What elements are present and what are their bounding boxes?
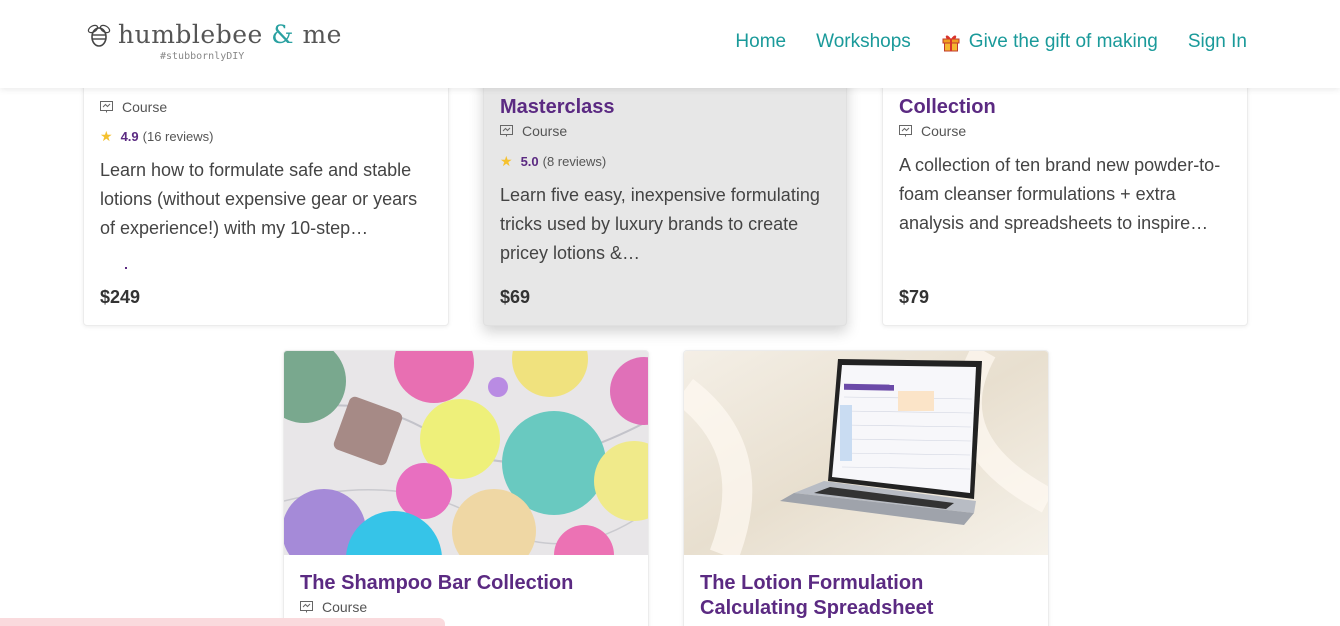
card-title: Masterclass — [500, 96, 615, 118]
card-title: Collection — [899, 96, 996, 118]
course-icon — [100, 101, 113, 113]
star-icon: ★ — [100, 128, 113, 144]
card-type-label: Course — [122, 99, 168, 115]
card-description: Learn how to formulate safe and stable l… — [100, 160, 418, 238]
bee-icon — [87, 24, 111, 47]
course-icon — [500, 125, 513, 137]
nav-home[interactable]: Home — [735, 31, 786, 53]
card-type-label: Course — [522, 123, 568, 139]
card-title-line2: Calculating Spreadsheet — [700, 597, 934, 619]
logo-word-me: me — [302, 20, 342, 49]
course-icon — [899, 125, 912, 137]
card-title-line1: The Lotion Formulation — [700, 572, 924, 594]
logo-word-humblebee: humblebee — [118, 20, 263, 49]
logo-ampersand: & — [271, 20, 295, 49]
card-dot — [125, 267, 127, 269]
card-description: Learn five easy, inexpensive formulating… — [500, 185, 820, 263]
shampoo-bar-illustration — [284, 351, 648, 555]
nav-workshops[interactable]: Workshops — [816, 31, 911, 53]
rating-count: (16 reviews) — [142, 129, 214, 144]
shampoo-bar-image — [284, 351, 648, 555]
card-rating: ★ 4.9 (16 reviews) — [100, 128, 213, 145]
card-price: $79 — [899, 287, 930, 307]
card-type-label: Course — [921, 123, 967, 139]
site-header: humblebee & me #stubbornlyDIY Home Works… — [0, 0, 1340, 88]
card-type: Course — [500, 123, 567, 139]
course-card-cleanser[interactable]: Collection Course A collection of ten br… — [882, 60, 1248, 326]
card-price: $249 — [100, 287, 141, 307]
laptop-illustration — [684, 351, 1048, 555]
logo-tagline: #stubbornlyDIY — [160, 51, 245, 62]
logo-wordmark: humblebee & me — [118, 20, 342, 49]
course-icon — [300, 601, 313, 613]
course-card-lotion[interactable]: Course ★ 4.9 (16 reviews) Learn how to f… — [83, 60, 449, 326]
course-card-shampoo[interactable]: The Shampoo Bar Collection Course — [283, 350, 649, 626]
card-description: A collection of ten brand new powder-to-… — [899, 155, 1221, 233]
nav-gift[interactable]: Give the gift of making — [941, 31, 1158, 53]
card-type: Course — [100, 99, 167, 115]
rating-count: (8 reviews) — [542, 154, 607, 169]
gift-icon — [942, 35, 960, 52]
nav-signin[interactable]: Sign In — [1188, 31, 1247, 53]
main-nav: Home Workshops Give the gift of making S… — [705, 31, 1247, 53]
rating-score: 5.0 — [520, 154, 539, 169]
star-icon: ★ — [500, 153, 513, 169]
course-card-masterclass[interactable]: Masterclass Course ★ 5.0 (8 reviews) Lea… — [483, 60, 847, 326]
notification-bar[interactable] — [0, 618, 445, 626]
card-type: Course — [300, 599, 367, 615]
product-card-spreadsheet[interactable]: The Lotion Formulation Calculating Sprea… — [683, 350, 1049, 626]
card-type-label: Course — [322, 599, 368, 615]
card-type: Course — [899, 123, 966, 139]
rating-score: 4.9 — [120, 129, 139, 144]
card-rating: ★ 5.0 (8 reviews) — [500, 153, 606, 170]
spreadsheet-laptop-image — [684, 351, 1048, 555]
nav-gift-label: Give the gift of making — [968, 31, 1158, 52]
card-price: $69 — [500, 287, 531, 307]
card-title: The Shampoo Bar Collection — [300, 572, 574, 594]
